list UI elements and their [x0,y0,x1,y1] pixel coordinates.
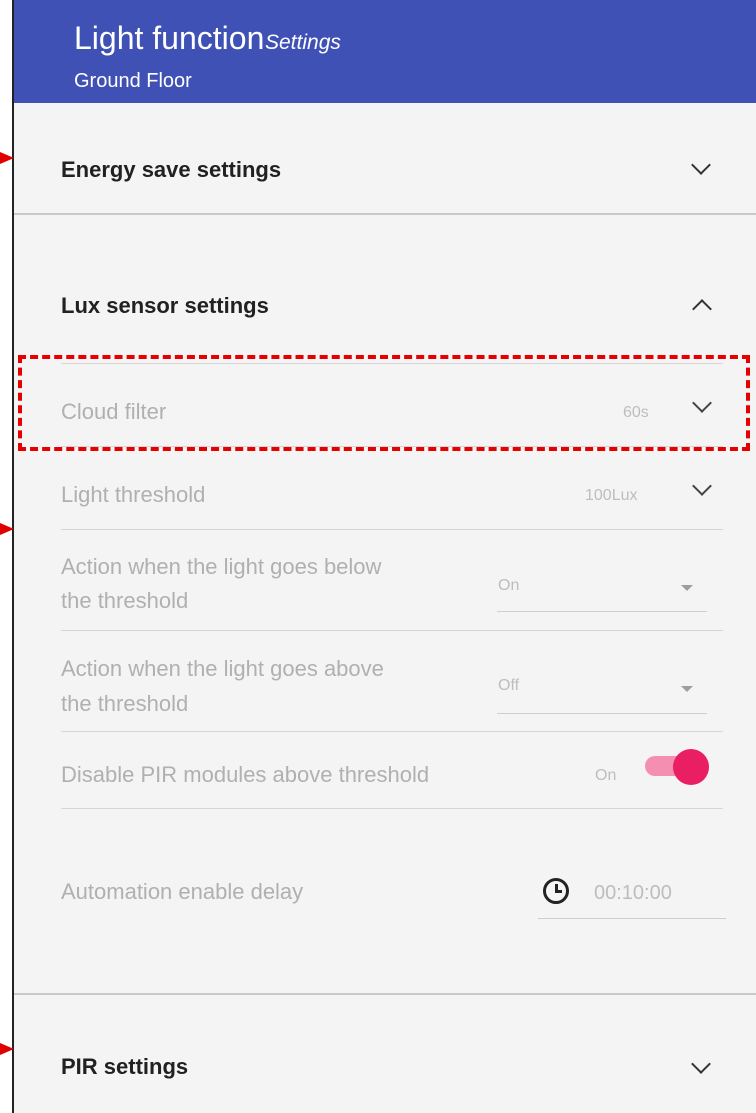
action-above-label-line2: the threshold [61,691,189,716]
clock-icon [543,878,569,904]
section-divider [14,213,756,215]
highlight-box [18,355,750,451]
toggle-thumb[interactable] [673,749,709,785]
select-underline [497,611,707,612]
disable-pir-state: On [595,767,617,784]
automation-delay-label: Automation enable delay [61,879,304,904]
action-above-value: Off [498,677,520,694]
disable-pir-label: Disable PIR modules above threshold [61,762,430,787]
light-threshold-label: Light threshold [61,482,206,507]
row-divider [61,808,723,809]
automation-delay-value: 00:10:00 [594,882,672,904]
lux-settings-label: Lux sensor settings [61,293,269,318]
row-divider [61,731,723,732]
action-below-label: Action when the light goes below [61,554,382,579]
row-divider [61,630,723,631]
section-divider [14,993,756,995]
dropdown-caret-icon [681,686,693,692]
time-underline [538,918,726,919]
page-subtitle: Settings [265,31,341,54]
select-underline [497,713,707,714]
location-label: Ground Floor [74,70,192,92]
app-header: Light function Settings Ground Floor [14,0,756,103]
annotation-arrow [0,152,14,164]
dropdown-caret-icon [681,585,693,591]
action-below-value: On [498,577,520,594]
pir-settings-label: PIR settings [61,1054,189,1079]
action-above-label: Action when the light goes above [61,656,384,681]
action-below-label-line2: the threshold [61,588,189,613]
energy-settings-label: Energy save settings [61,157,282,182]
annotation-arrow [0,523,14,535]
annotation-arrow [0,1043,14,1055]
row-divider [61,529,723,530]
page-title: Light function [74,20,265,56]
light-threshold-value: 100Lux [585,487,638,504]
